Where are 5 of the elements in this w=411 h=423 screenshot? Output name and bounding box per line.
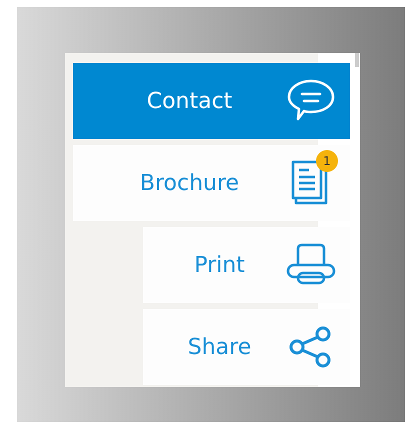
share-icon — [289, 325, 333, 369]
count-badge: 1 — [316, 150, 338, 172]
printer-icon — [286, 243, 336, 287]
menu-item[interactable]: Contact — [73, 63, 350, 139]
scrollbar-thumb[interactable] — [355, 53, 359, 67]
